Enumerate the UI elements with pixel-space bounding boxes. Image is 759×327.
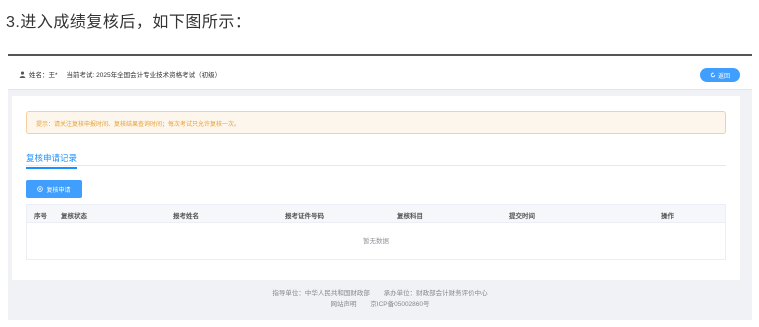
column-header: 复核科目: [397, 213, 423, 220]
user-icon: [19, 71, 26, 78]
refresh-icon: [710, 72, 716, 78]
footer-icp-link[interactable]: 京ICP备05002860号: [370, 301, 429, 308]
instruction-caption: 3.进入成绩复核后，如下图所示：: [6, 14, 252, 31]
main-panel: 提示：请关注复核申报时间、复核结果查询时间；每次考试只允许复核一次。 复核申请记…: [12, 96, 740, 280]
table-header: 序号 复核状态 报考姓名 报考证件号码 复核科目 提交时间 操作: [27, 205, 725, 223]
app-screenshot: 姓名：王* 当前考试: 2025年全国会计专业技术资格考试（初级） 返回 提示：…: [8, 54, 752, 320]
column-header: 操作: [661, 213, 674, 220]
tab-review-records[interactable]: 复核申请记录: [26, 152, 78, 169]
column-header: 序号: [34, 213, 47, 220]
back-button-label: 返回: [717, 73, 730, 80]
apply-review-label: 复核申请: [46, 187, 71, 194]
page-footer: 指导单位：中华人民共和国财政部 承办单位：财政部会计财务评价中心 网站声明 京I…: [8, 288, 752, 310]
footer-organizer: 承办单位：财政部会计财务评价中心: [383, 290, 488, 297]
review-records-table: 序号 复核状态 报考姓名 报考证件号码 复核科目 提交时间 操作 暂无数据: [26, 204, 726, 260]
footer-guide-unit: 指导单位：中华人民共和国财政部: [272, 290, 370, 297]
plus-circle-icon: [37, 186, 44, 192]
column-header: 复核状态: [61, 213, 87, 220]
notice-alert: 提示：请关注复核申报时间、复核结果查询时间；每次考试只允许复核一次。: [26, 111, 726, 134]
column-header: 提交时间: [509, 213, 535, 220]
user-name: 姓名：王*: [29, 72, 58, 79]
apply-review-button[interactable]: 复核申请: [26, 180, 82, 198]
column-header: 报考证件号码: [285, 213, 324, 220]
user-info: 姓名：王* 当前考试: 2025年全国会计专业技术资格考试（初级）: [19, 69, 221, 79]
top-bar: 姓名：王* 当前考试: 2025年全国会计专业技术资格考试（初级） 返回: [8, 56, 752, 90]
column-header: 报考姓名: [173, 213, 199, 220]
empty-state-text: 暂无数据: [363, 238, 389, 245]
tabs-bar: 复核申请记录: [26, 152, 726, 169]
back-button[interactable]: 返回: [700, 68, 740, 82]
current-exam: 当前考试: 2025年全国会计专业技术资格考试（初级）: [66, 72, 222, 79]
footer-site-statement-link[interactable]: 网站声明: [330, 301, 356, 308]
